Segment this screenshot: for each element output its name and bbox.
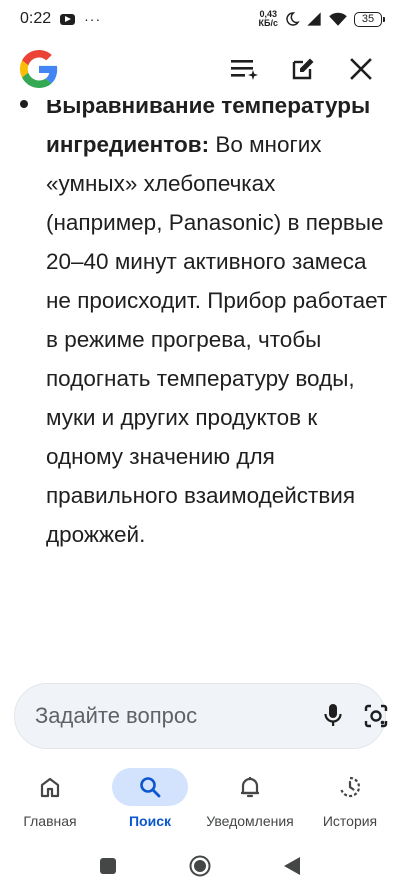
ask-bar-actions — [323, 703, 389, 729]
battery-icon: 35 — [354, 11, 385, 27]
status-bar: 0:22 ··· 0,43 КБ/с 35 — [0, 0, 400, 38]
status-indicators: 0,43 КБ/с 35 — [259, 10, 385, 28]
system-navigation — [0, 842, 400, 889]
history-icon — [340, 776, 361, 798]
square-icon[interactable] — [99, 857, 117, 875]
back-triangle-icon[interactable] — [283, 856, 301, 876]
nav-pill-history — [312, 768, 388, 806]
edit-icon — [292, 58, 314, 80]
nav-label-history: История — [322, 813, 378, 829]
ask-bar[interactable] — [14, 683, 389, 749]
network-speed: 0,43 КБ/с — [259, 10, 278, 28]
stacked-lines-sparkle-icon — [231, 60, 258, 80]
moon-icon — [286, 12, 300, 26]
bell-icon — [241, 777, 259, 798]
signal-icon — [307, 12, 321, 26]
bottom-navigation: Главная Поиск Уведомления История — [0, 758, 400, 842]
status-time: 0:22 — [20, 10, 52, 27]
nav-item-notifications[interactable]: Уведомления — [200, 758, 300, 842]
lens-camera-icon[interactable] — [363, 703, 389, 729]
circle-icon[interactable] — [189, 855, 211, 877]
nav-pill-notifications — [212, 768, 288, 806]
google-g-logo[interactable] — [20, 50, 58, 88]
answer-paragraph: Выравнивание температуры ингредиентов: В… — [46, 86, 388, 554]
nav-label-search: Поиск — [128, 813, 171, 829]
youtube-notification-icon — [60, 13, 76, 25]
edit-button[interactable] — [282, 50, 324, 88]
bullet-body: Во многих «умных» хлебопечках (например,… — [46, 132, 388, 547]
nav-label-home: Главная — [23, 813, 77, 829]
ask-input[interactable] — [35, 703, 323, 729]
nav-label-notifications: Уведомления — [206, 813, 294, 829]
microphone-icon[interactable] — [323, 703, 343, 729]
close-button[interactable] — [340, 50, 382, 88]
answer-content: Выравнивание температуры ингредиентов: В… — [0, 86, 400, 676]
bullet-dot — [20, 100, 28, 108]
close-icon — [350, 58, 372, 80]
nav-pill-search — [112, 768, 188, 806]
nav-item-search[interactable]: Поиск — [100, 758, 200, 842]
search-icon — [140, 777, 161, 798]
list-item: Выравнивание температуры ингредиентов: В… — [0, 86, 400, 554]
home-icon — [40, 777, 60, 798]
wifi-icon — [329, 12, 347, 26]
app-actions — [224, 50, 382, 88]
nav-item-history[interactable]: История — [300, 758, 400, 842]
app-bar — [0, 38, 400, 100]
more-notifications-icon: ··· — [84, 11, 102, 27]
stacked-lines-sparkle-button[interactable] — [224, 50, 266, 88]
nav-pill-home — [12, 768, 88, 806]
nav-item-home[interactable]: Главная — [0, 758, 100, 842]
network-speed-unit: КБ/с — [258, 18, 278, 28]
